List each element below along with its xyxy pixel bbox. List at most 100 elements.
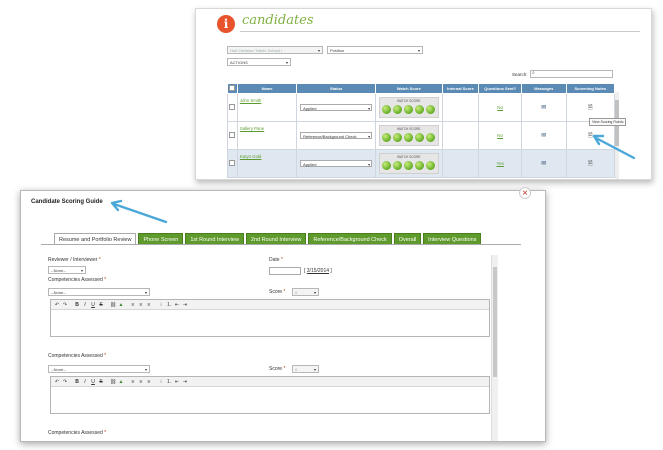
scrollbar-thumb[interactable] — [493, 267, 497, 377]
row-select-cell[interactable] — [227, 93, 238, 122]
align-center-icon[interactable]: ≡ — [137, 379, 145, 385]
row-checkbox[interactable] — [229, 160, 236, 166]
row-checkbox[interactable] — [229, 132, 236, 138]
underline-icon[interactable]: U — [89, 379, 97, 385]
apple-icon — [425, 160, 435, 170]
watch-score-widget: WATCH SCORE — [378, 152, 439, 174]
chevron-down-icon: ▾ — [80, 268, 83, 273]
status-select[interactable]: Applied ▾ — [300, 160, 373, 167]
column-header[interactable]: Messages — [521, 83, 567, 94]
undo-icon[interactable]: ↶ — [53, 302, 61, 308]
italic-icon[interactable]: I — [81, 302, 89, 308]
image-icon[interactable]: ▲ — [117, 302, 125, 308]
competencies-select[interactable]: --None-- ▾ — [48, 365, 150, 373]
bold-icon[interactable]: B — [73, 379, 81, 385]
select-all-checkbox[interactable] — [229, 85, 236, 91]
image-icon[interactable]: ▲ — [117, 379, 125, 385]
notes-icon[interactable]: 🗎 — [588, 133, 593, 139]
column-header[interactable]: Screening Notes — [565, 83, 616, 94]
row-checkbox[interactable] — [229, 104, 236, 110]
bullet-list-icon[interactable]: ⁝ — [157, 379, 165, 385]
column-header[interactable]: Internal Score — [441, 83, 480, 94]
questions-sent-link[interactable]: No — [497, 133, 503, 138]
envelope-icon[interactable]: ✉ — [541, 133, 546, 139]
underline-icon[interactable]: U — [89, 302, 97, 308]
chevron-down-icon: ▾ — [317, 48, 320, 53]
score-select[interactable]: 0 ▾ — [292, 288, 319, 296]
competencies-select[interactable]: --None-- ▾ — [48, 288, 150, 296]
candidate-name-link[interactable]: Sallery Pane — [240, 126, 296, 131]
chevron-down-icon: ▾ — [368, 134, 371, 139]
align-right-icon[interactable]: ≡ — [145, 379, 153, 385]
position-filter-select[interactable]: Position ▾ — [327, 46, 423, 54]
form-scrollbar[interactable] — [491, 255, 498, 441]
watch-score-label: WATCH SCORE — [396, 126, 421, 131]
outdent-icon[interactable]: ⇤ — [173, 379, 181, 385]
redo-icon[interactable]: ↷ — [61, 379, 69, 385]
apple-icon — [381, 104, 391, 114]
actions-select[interactable]: ACTIONS ▾ — [227, 58, 291, 66]
watch-score-cell: WATCH SCORE — [374, 93, 443, 122]
today-date-link[interactable]: 3/15/2014 — [307, 268, 329, 274]
tab-divider — [41, 244, 521, 245]
modal-title: Candidate Scoring Guide — [31, 199, 103, 205]
align-left-icon[interactable]: ≡ — [129, 302, 137, 308]
undo-icon[interactable]: ↶ — [53, 379, 61, 385]
candidate-name-link[interactable]: Karyn Gold — [240, 154, 296, 159]
envelope-icon[interactable]: ✉ — [541, 161, 546, 167]
score-select[interactable]: 0 ▾ — [292, 365, 319, 373]
column-header[interactable]: Status — [296, 83, 376, 94]
actions-value: ACTIONS — [230, 60, 248, 65]
link-icon[interactable]: ⛓ — [109, 379, 117, 385]
italic-icon[interactable]: I — [81, 379, 89, 385]
reviewer-label: Reviewer / Interviewer * — [48, 257, 101, 263]
scoring-rubric-tooltip: View Scoring Rubric — [589, 118, 627, 126]
candidate-name-link[interactable]: John Smith — [240, 98, 296, 103]
envelope-icon[interactable]: ✉ — [541, 105, 546, 111]
table-scrollbar[interactable] — [615, 92, 619, 179]
align-center-icon[interactable]: ≡ — [137, 302, 145, 308]
close-icon[interactable]: × — [519, 187, 531, 199]
apple-icon — [381, 160, 391, 170]
bold-icon[interactable]: B — [73, 302, 81, 308]
questions-sent-link[interactable]: Yes — [497, 161, 504, 166]
row-select-cell[interactable] — [227, 121, 238, 150]
competencies-value: --None-- — [51, 290, 66, 295]
indent-icon[interactable]: ⇥ — [181, 379, 189, 385]
align-right-icon[interactable]: ≡ — [145, 302, 153, 308]
reviewer-select[interactable]: --None-- ▾ — [48, 266, 86, 274]
outdent-icon[interactable]: ⇤ — [173, 302, 181, 308]
search-input[interactable]: ⌕ — [530, 70, 613, 78]
strikethrough-icon[interactable]: S — [97, 379, 105, 385]
column-header[interactable]: Name — [236, 83, 298, 94]
questions-sent-cell: Yes — [478, 149, 523, 178]
date-input[interactable] — [269, 267, 301, 275]
table-row: Karyn Gold Applied ▾ WATCH SCORE Yes ✉ 🗎 — [227, 149, 616, 178]
select-all-header[interactable] — [227, 83, 238, 94]
position-filter-value: Position — [330, 48, 345, 53]
numbered-list-icon[interactable]: ⒈ — [165, 301, 173, 308]
status-select[interactable]: Reference/Background Check ▾ — [300, 132, 373, 139]
row-select-cell[interactable] — [227, 149, 238, 178]
search-label: Search: — [512, 72, 528, 77]
status-select[interactable]: Applied ▾ — [300, 104, 373, 111]
notes-icon[interactable]: 🗎 — [588, 161, 593, 167]
school-filter-select[interactable]: Hull Christian Toledo School I ▾ — [227, 46, 323, 54]
notes-editor[interactable]: ↶ ↷ BIUS ⛓ ▲ ≡ ≡ ≡ ⁝ ⒈ ⇤ ⇥ — [50, 376, 490, 414]
reviewer-label-text: Reviewer / Interviewer — [48, 257, 98, 263]
scoring-guide-modal: Candidate Scoring Guide Resume and Portf… — [20, 190, 546, 442]
notes-icon[interactable]: 🗎 — [588, 105, 593, 111]
apple-icon — [403, 104, 413, 114]
redo-icon[interactable]: ↷ — [61, 302, 69, 308]
notes-editor[interactable]: ↶ ↷ BIUS ⛓ ▲ ≡ ≡ ≡ ⁝ ⒈ ⇤ ⇥ — [50, 299, 490, 337]
strikethrough-icon[interactable]: S — [97, 302, 105, 308]
questions-sent-link[interactable]: No — [497, 105, 503, 110]
bullet-list-icon[interactable]: ⁝ — [157, 302, 165, 308]
column-header[interactable]: Watch Score — [374, 83, 443, 94]
indent-icon[interactable]: ⇥ — [181, 302, 189, 308]
numbered-list-icon[interactable]: ⒈ — [165, 378, 173, 385]
column-header[interactable]: Questions Sent? — [478, 83, 523, 94]
link-icon[interactable]: ⛓ — [109, 302, 117, 308]
candidates-table: Name Status Watch Score Internal Score Q… — [227, 83, 616, 178]
align-left-icon[interactable]: ≡ — [129, 379, 137, 385]
